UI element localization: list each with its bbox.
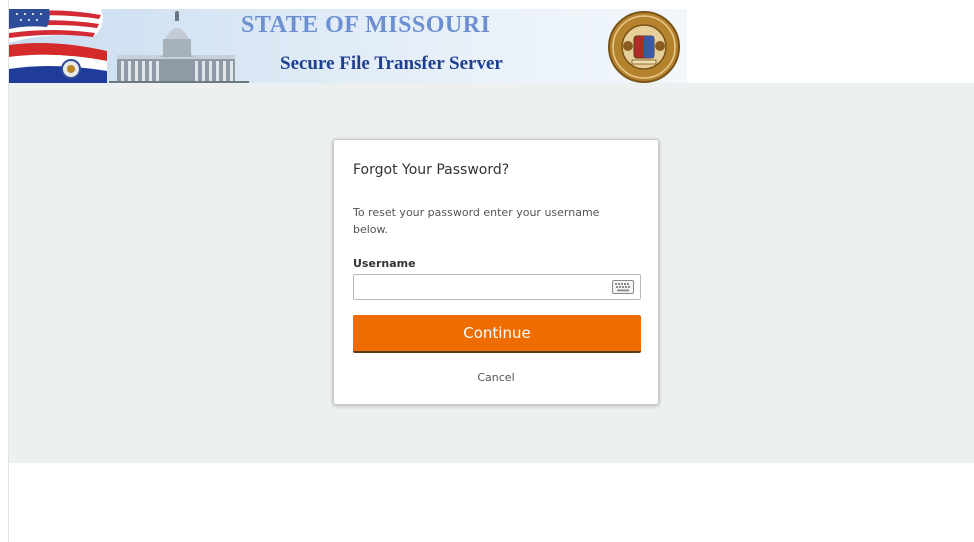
banner-title: STATE OF MISSOURI [241,12,491,38]
cancel-link[interactable]: Cancel [334,371,658,384]
username-label: Username [353,257,416,270]
state-seal-icon [608,11,680,83]
us-flag-icon [9,9,103,43]
missouri-flag-icon [9,43,107,83]
forgot-password-dialog: Forgot Your Password? To reset your pass… [333,139,659,405]
capitol-building-icon [109,11,249,83]
banner-subtitle: Secure File Transfer Server [280,53,503,74]
dialog-title: Forgot Your Password? [353,162,510,178]
username-field [353,274,641,300]
continue-button[interactable]: Continue [353,315,641,353]
banner-flags-capitol-graphic [9,9,249,83]
header-banner: STATE OF MISSOURI Secure File Transfer S… [9,9,687,83]
username-input[interactable] [354,275,604,299]
dialog-description: To reset your password enter your userna… [353,206,600,236]
virtual-keyboard-icon[interactable] [612,280,634,294]
